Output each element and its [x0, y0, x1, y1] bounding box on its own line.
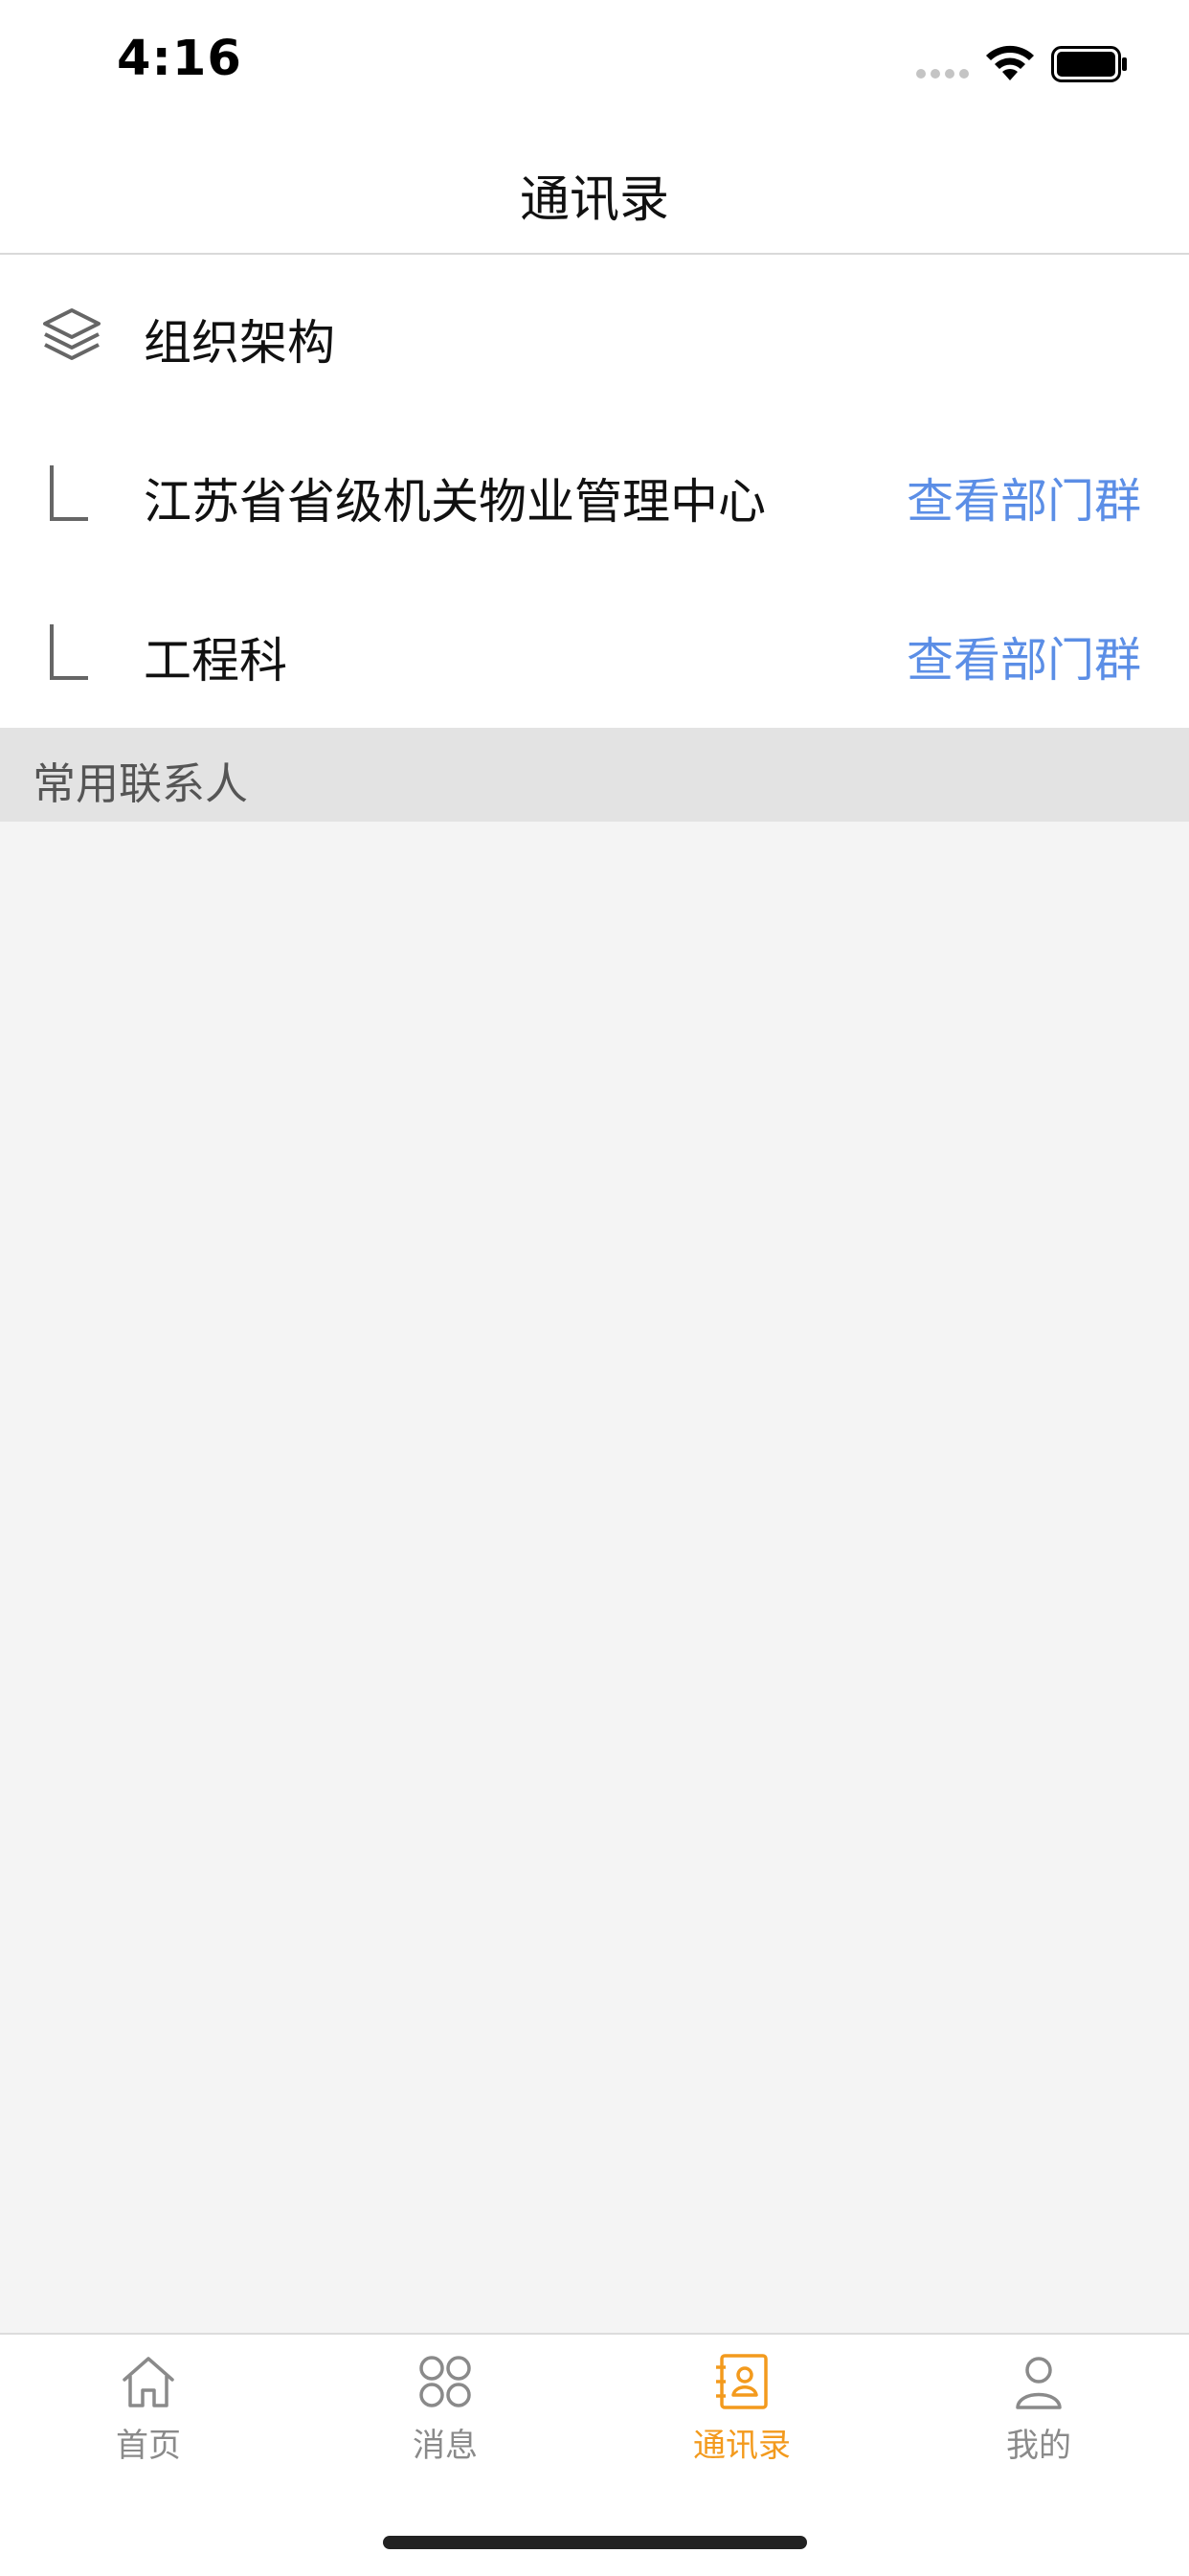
org-structure-label: 组织架构 — [144, 315, 335, 371]
tab-contacts[interactable]: 通讯录 — [594, 2352, 890, 2496]
battery-icon — [1051, 46, 1127, 82]
section-header-label: 常用联系人 — [33, 758, 249, 809]
page-title: 通讯录 — [519, 171, 669, 229]
tab-contacts-label: 通讯录 — [693, 2427, 791, 2465]
tab-home[interactable]: 首页 — [0, 2352, 297, 2496]
org-item-row[interactable]: 工程科 查看部门群 — [0, 573, 1189, 732]
tab-mine-label: 我的 — [1006, 2427, 1071, 2465]
tree-branch-icon — [50, 624, 88, 680]
frequent-contacts-header: 常用联系人 — [0, 728, 1189, 822]
tree-branch-icon — [50, 465, 88, 521]
layers-icon — [43, 308, 101, 360]
view-department-group-link[interactable]: 查看部门群 — [907, 463, 1141, 531]
nav-bar: 通讯录 — [0, 134, 1189, 255]
tab-messages[interactable]: 消息 — [297, 2352, 594, 2496]
org-item-row[interactable]: 江苏省省级机关物业管理中心 查看部门群 — [0, 414, 1189, 573]
home-icon — [123, 2357, 174, 2407]
cellular-signal-icon — [916, 69, 969, 79]
tab-messages-label: 消息 — [413, 2427, 478, 2465]
org-item-label: 工程科 — [144, 633, 287, 689]
home-indicator[interactable] — [383, 2536, 807, 2549]
org-item-label: 江苏省省级机关物业管理中心 — [144, 474, 766, 530]
message-grid-icon — [419, 2356, 471, 2407]
tab-mine[interactable]: 我的 — [890, 2352, 1187, 2496]
view-department-group-link[interactable]: 查看部门群 — [907, 622, 1141, 690]
wifi-icon — [986, 45, 1034, 80]
status-time: 4:16 — [117, 31, 242, 87]
person-icon — [1016, 2357, 1062, 2409]
tab-home-label: 首页 — [116, 2427, 181, 2465]
status-bar: 4:16 — [0, 0, 1189, 134]
org-structure-row[interactable]: 组织架构 — [0, 255, 1189, 414]
contacts-book-icon — [716, 2354, 768, 2409]
org-structure-list: 组织架构 江苏省省级机关物业管理中心 查看部门群 工程科 查看部门群 — [0, 255, 1189, 728]
